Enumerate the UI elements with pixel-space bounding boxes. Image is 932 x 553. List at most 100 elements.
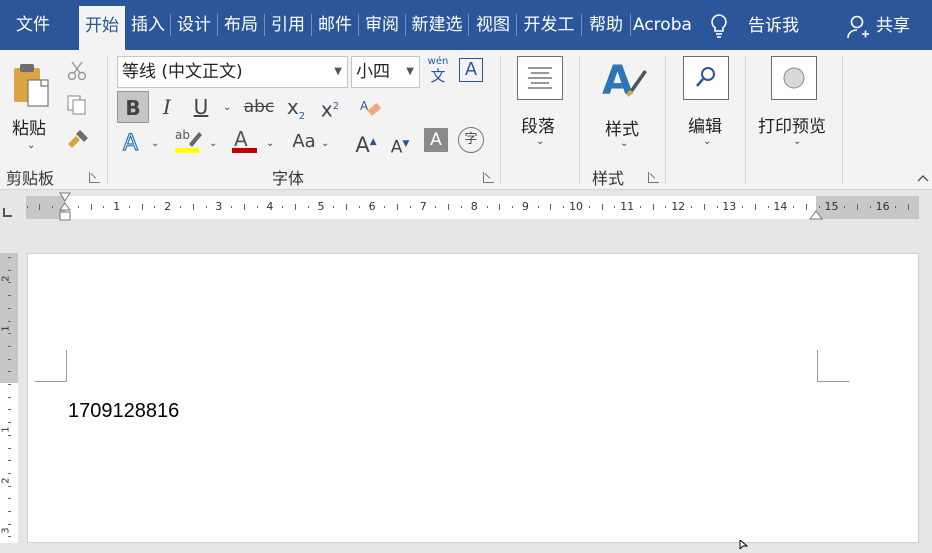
paste-button[interactable]: 粘贴 ⌄ xyxy=(6,56,56,152)
document-page[interactable]: 1709128816 xyxy=(27,253,919,543)
copy-icon[interactable] xyxy=(66,94,88,116)
chevron-down-icon[interactable]: ⌄ xyxy=(209,138,217,149)
tab-references[interactable]: 引用 xyxy=(267,7,309,43)
ruler-tick xyxy=(690,206,692,208)
ruler-tick xyxy=(499,204,501,210)
ruler-tick xyxy=(8,396,11,398)
indent-marker-icon[interactable] xyxy=(59,192,71,224)
ruler-tick xyxy=(8,422,11,424)
tab-help[interactable]: 帮助 xyxy=(584,7,628,43)
character-shading-button[interactable]: A xyxy=(424,128,448,152)
paragraph-button[interactable]: 段落 ⌄ xyxy=(512,56,568,156)
font-group-label: 字体 xyxy=(272,169,305,188)
ruler-tick xyxy=(397,204,399,210)
ruler-tick xyxy=(767,206,769,208)
superscript-button[interactable]: x2 xyxy=(314,91,346,123)
tab-design[interactable]: 设计 xyxy=(173,7,215,43)
pinyin-guide-button[interactable]: wén 文 xyxy=(424,56,452,86)
styles-launcher-icon[interactable] xyxy=(648,172,659,183)
ruler-tick xyxy=(8,269,11,271)
margin-corner-left xyxy=(35,350,67,382)
ruler-tick xyxy=(8,371,11,373)
tab-new-select[interactable]: 新建选 xyxy=(408,7,466,43)
text-effects-icon[interactable]: A xyxy=(121,128,145,156)
editing-label: 编辑 xyxy=(688,117,722,137)
editing-button[interactable]: 编辑 ⌄ xyxy=(680,56,734,156)
format-painter-icon[interactable] xyxy=(66,128,90,150)
underline-button[interactable]: U xyxy=(185,91,217,123)
ribbon: 粘贴 ⌄ 剪贴板 等线 (中文正文) ▼ 小四 ▼ wén 文 A B I U … xyxy=(0,50,932,190)
document-text[interactable]: 1709128816 xyxy=(68,400,179,423)
tab-mailings[interactable]: 邮件 xyxy=(314,7,356,43)
tab-home[interactable]: 开始 xyxy=(79,6,125,50)
ruler-tick xyxy=(192,204,194,210)
chevron-down-icon[interactable]: ⌄ xyxy=(223,102,231,113)
tab-developer[interactable]: 开发工 xyxy=(519,7,579,43)
svg-text:A: A xyxy=(602,58,633,104)
ruler-tick xyxy=(333,206,335,208)
tab-review[interactable]: 审阅 xyxy=(361,7,403,43)
font-name-combo[interactable]: 等线 (中文正文) ▼ xyxy=(117,56,348,88)
chevron-down-icon[interactable]: ⌄ xyxy=(266,138,274,149)
font-size-combo[interactable]: 小四 ▼ xyxy=(351,56,420,88)
vertical-ruler[interactable]: 2 1 1 2 3 xyxy=(0,253,18,543)
ruler-tick xyxy=(8,307,11,309)
shrink-font-button[interactable]: A▼ xyxy=(384,128,416,160)
ruler-tick xyxy=(652,204,654,210)
tab-acrobat[interactable]: Acroba xyxy=(633,7,691,43)
ruler-number: 13 xyxy=(722,200,737,213)
ruler-toggle-icon[interactable] xyxy=(2,203,14,217)
ruler-tick xyxy=(537,206,539,208)
ruler-tick xyxy=(512,206,514,208)
ruler-tick xyxy=(908,204,910,210)
ruler-tick xyxy=(8,523,11,525)
chevron-down-icon[interactable]: ⌄ xyxy=(321,138,329,149)
chevron-down-icon[interactable]: ⌄ xyxy=(151,138,159,149)
ruler-tick xyxy=(857,204,859,210)
lightbulb-icon[interactable] xyxy=(708,12,730,40)
cut-icon[interactable] xyxy=(66,60,88,82)
print-preview-button[interactable]: 打印预览 ⌄ xyxy=(756,56,836,156)
tab-layout[interactable]: 布局 xyxy=(220,7,262,43)
ruler-number: 4 xyxy=(266,200,274,213)
print-preview-label: 打印预览 xyxy=(758,117,826,137)
ruler-tick xyxy=(703,204,705,210)
ruler-tick xyxy=(8,460,11,462)
tab-file[interactable]: 文件 xyxy=(6,7,60,43)
ruler-number: 11 xyxy=(620,200,635,213)
clipboard-launcher-icon[interactable] xyxy=(89,172,100,183)
font-launcher-icon[interactable] xyxy=(483,172,494,183)
strikethrough-button[interactable]: abc xyxy=(243,91,275,123)
styles-button[interactable]: A 样式 ⌄ xyxy=(592,56,652,156)
ruler-number: 8 xyxy=(470,200,478,213)
grow-font-button[interactable]: A▲ xyxy=(350,126,382,158)
ruler-tick xyxy=(639,206,641,208)
ruler-tick xyxy=(8,447,11,449)
tab-insert[interactable]: 插入 xyxy=(127,7,169,43)
ruler-tick xyxy=(77,206,79,208)
chevron-down-icon: ⌄ xyxy=(703,136,712,147)
character-border-button[interactable]: A xyxy=(459,58,483,82)
ruler-tick xyxy=(486,206,488,208)
change-case-button[interactable]: Aa xyxy=(286,126,322,158)
paragraph-label: 段落 xyxy=(521,117,555,137)
bold-button[interactable]: B xyxy=(117,91,149,123)
share-button[interactable]: 共享 xyxy=(876,10,910,42)
right-indent-marker-icon[interactable] xyxy=(809,206,823,220)
subscript-button[interactable]: x2 xyxy=(280,91,312,123)
ruler-number: 14 xyxy=(773,200,788,213)
ruler-tick xyxy=(179,206,181,208)
tell-me-search[interactable]: 告诉我 xyxy=(748,10,799,42)
person-icon[interactable] xyxy=(846,14,870,40)
highlight-icon[interactable]: ab xyxy=(175,126,203,156)
tab-view[interactable]: 视图 xyxy=(472,7,514,43)
enclose-characters-button[interactable]: 字 xyxy=(458,127,484,153)
font-color-icon[interactable]: A xyxy=(231,126,259,156)
ruler-number: 12 xyxy=(671,200,686,213)
font-name-value: 等线 (中文正文) xyxy=(122,62,243,82)
clear-formatting-icon[interactable]: A xyxy=(358,96,382,120)
svg-text:A: A xyxy=(360,99,369,113)
horizontal-ruler[interactable]: 1 2 3 4 5 6 7 8 9 10 11 12 13 14 15 16 xyxy=(26,192,919,221)
collapse-ribbon-icon[interactable] xyxy=(916,170,930,184)
italic-button[interactable]: I xyxy=(151,91,183,123)
